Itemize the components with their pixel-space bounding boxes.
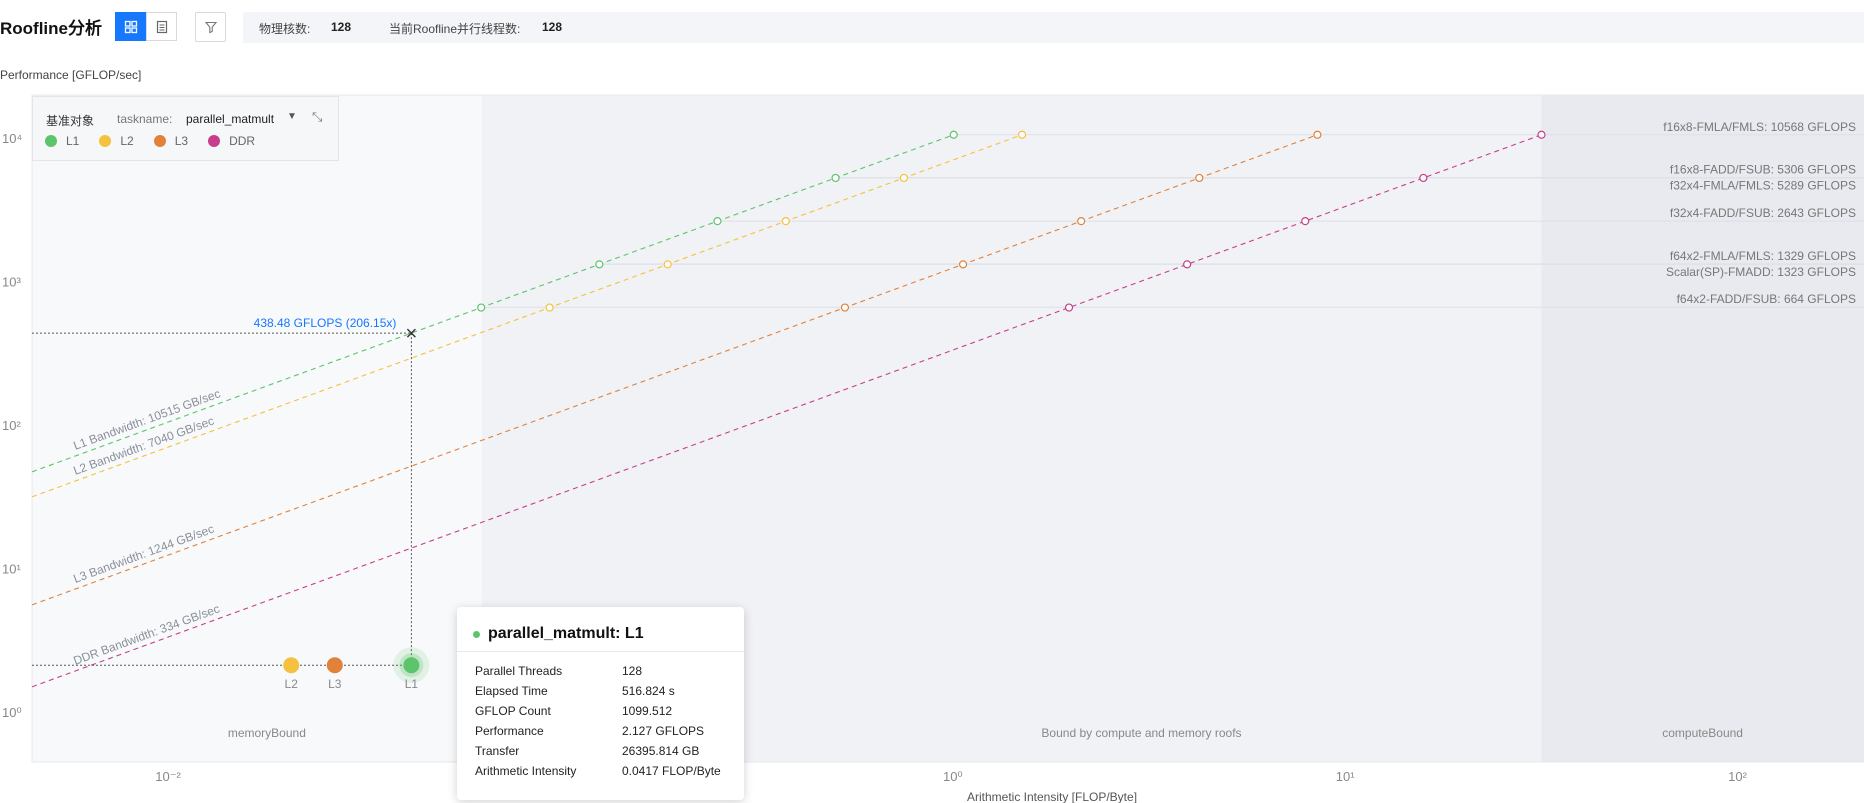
x-tick-label: 10⁰ — [943, 769, 963, 784]
roof-intersection-marker — [949, 130, 958, 139]
x-tick-label: 10² — [1728, 769, 1747, 784]
y-tick-label: 10¹ — [2, 562, 21, 577]
roof-intersection-marker — [840, 303, 850, 312]
tooltip: parallel_matmult: L1 Parallel Threads 128… — [457, 607, 744, 800]
tooltip-row: Performance 2.127 GFLOPS — [475, 724, 721, 744]
roof-intersection-marker — [1195, 173, 1204, 183]
legend-label: L2 — [120, 134, 134, 148]
collapse-icon[interactable]: ⤡ — [312, 109, 322, 125]
tooltip-value: 516.824 s — [622, 684, 675, 698]
legend-dot — [208, 135, 221, 147]
compute-roof-label: f32x4-FMLA/FMLS: 5289 GFLOPS — [1670, 179, 1856, 193]
y-tick-label: 10³ — [2, 275, 21, 290]
roof-intersection-marker — [1313, 130, 1322, 139]
tooltip-key: Parallel Threads — [475, 664, 563, 678]
roof-intersection-marker — [958, 260, 968, 269]
roof-intersection-marker — [663, 260, 672, 269]
legend-panel: 基准对象 taskname: parallel_matmult ▼ ⤡ L1 L2… — [32, 96, 339, 161]
x-tick-label: 10⁻² — [155, 769, 181, 784]
region-label-mixed: Bound by compute and memory roofs — [1041, 726, 1241, 740]
compute-roof-label: Scalar(SP)-FMADD: 1323 GFLOPS — [1666, 265, 1856, 279]
compute-roof-label: f64x2-FADD/FSUB: 664 GFLOPS — [1677, 292, 1856, 306]
compute-roof-label: f16x8-FADD/FSUB: 5306 GFLOPS — [1670, 163, 1856, 177]
projection-label: 438.48 GFLOPS (206.15x) — [254, 316, 397, 330]
tooltip-rows: Parallel Threads 128 Elapsed Time 516.824 s… — [475, 664, 721, 784]
legend-label: L1 — [66, 134, 80, 148]
legend-item-l1[interactable]: L1 — [45, 134, 79, 148]
taskname-key: taskname: — [117, 112, 173, 126]
tooltip-row: Transfer 26395.814 GB — [475, 744, 721, 764]
tooltip-title: parallel_matmult: L1 — [488, 625, 644, 642]
tooltip-dot — [473, 630, 480, 638]
legend-item-ddr[interactable]: DDR — [208, 134, 255, 148]
legend-label: DDR — [229, 134, 256, 148]
tooltip-value: 2.127 GFLOPS — [622, 724, 705, 738]
data-point-l1 — [403, 657, 420, 674]
legend-dot — [99, 135, 112, 147]
tooltip-key: GFLOP Count — [475, 704, 551, 718]
tooltip-value: 0.0417 FLOP/Byte — [622, 764, 721, 778]
tooltip-row: Elapsed Time 516.824 s — [475, 684, 721, 704]
roof-intersection-marker — [1183, 260, 1192, 269]
legend-item-l3[interactable]: L3 — [153, 134, 189, 148]
data-point-l3 — [326, 657, 343, 674]
tooltip-key: Elapsed Time — [475, 684, 548, 698]
compute-roof-label: f64x2-FMLA/FMLS: 1329 GFLOPS — [1670, 249, 1856, 263]
roof-intersection-marker — [713, 217, 722, 226]
data-point-l2 — [283, 657, 300, 674]
tooltip-value: 1099.512 — [622, 704, 673, 718]
tooltip-key: Arithmetic Intensity — [475, 764, 577, 778]
x-axis-label: Arithmetic Intensity [FLOP/Byte] — [967, 790, 1137, 803]
roof-intersection-marker — [899, 173, 909, 183]
compute-bound-region — [1541, 95, 1864, 762]
roof-intersection-marker — [1017, 130, 1027, 139]
y-tick-label: 10⁴ — [2, 131, 22, 146]
compute-roof-label: f32x4-FADD/FSUB: 2643 GFLOPS — [1670, 206, 1856, 220]
x-tick-label: 10¹ — [1336, 769, 1355, 784]
data-point-label: L2 — [285, 677, 299, 691]
tooltip-key: Transfer — [475, 744, 520, 758]
tooltip-key: Performance — [475, 724, 544, 738]
data-point-label: L3 — [328, 677, 342, 691]
roof-intersection-marker — [831, 173, 840, 183]
baseline-label: 基准对象 — [46, 114, 95, 128]
roof-intersection-marker — [1419, 173, 1428, 183]
roof-intersection-marker — [595, 260, 604, 269]
y-tick-label: 10² — [2, 418, 21, 433]
tooltip-value: 128 — [622, 664, 643, 678]
y-tick-label: 10⁰ — [2, 705, 22, 720]
taskname-select[interactable]: parallel_matmult — [186, 112, 274, 126]
roof-intersection-marker — [477, 303, 486, 312]
legend-label: L3 — [174, 134, 189, 148]
data-point-label: L1 — [405, 677, 419, 691]
chevron-down-icon[interactable]: ▼ — [287, 111, 297, 122]
tooltip-value: 26395.814 GB — [622, 744, 700, 758]
region-label-compute: computeBound — [1662, 726, 1743, 740]
tooltip-row: Parallel Threads 128 — [475, 664, 721, 684]
legend-item-l2[interactable]: L2 — [99, 134, 134, 148]
roof-intersection-marker — [545, 303, 554, 312]
compute-roof-label: f16x8-FMLA/FMLS: 10568 GFLOPS — [1663, 120, 1856, 134]
roof-intersection-marker — [781, 217, 790, 226]
roof-intersection-marker — [1537, 130, 1546, 139]
tooltip-row: Arithmetic Intensity 0.0417 FLOP/Byte — [475, 764, 721, 784]
legend-items: L1 L2 L3 DDR — [45, 134, 275, 148]
legend-dot — [153, 135, 166, 147]
region-label-memory: memoryBound — [228, 726, 306, 740]
roof-intersection-marker — [1301, 217, 1310, 226]
roof-intersection-marker — [1077, 217, 1086, 226]
tooltip-row: GFLOP Count 1099.512 — [475, 704, 721, 724]
legend-dot — [45, 135, 57, 147]
roof-intersection-marker — [1064, 303, 1074, 312]
